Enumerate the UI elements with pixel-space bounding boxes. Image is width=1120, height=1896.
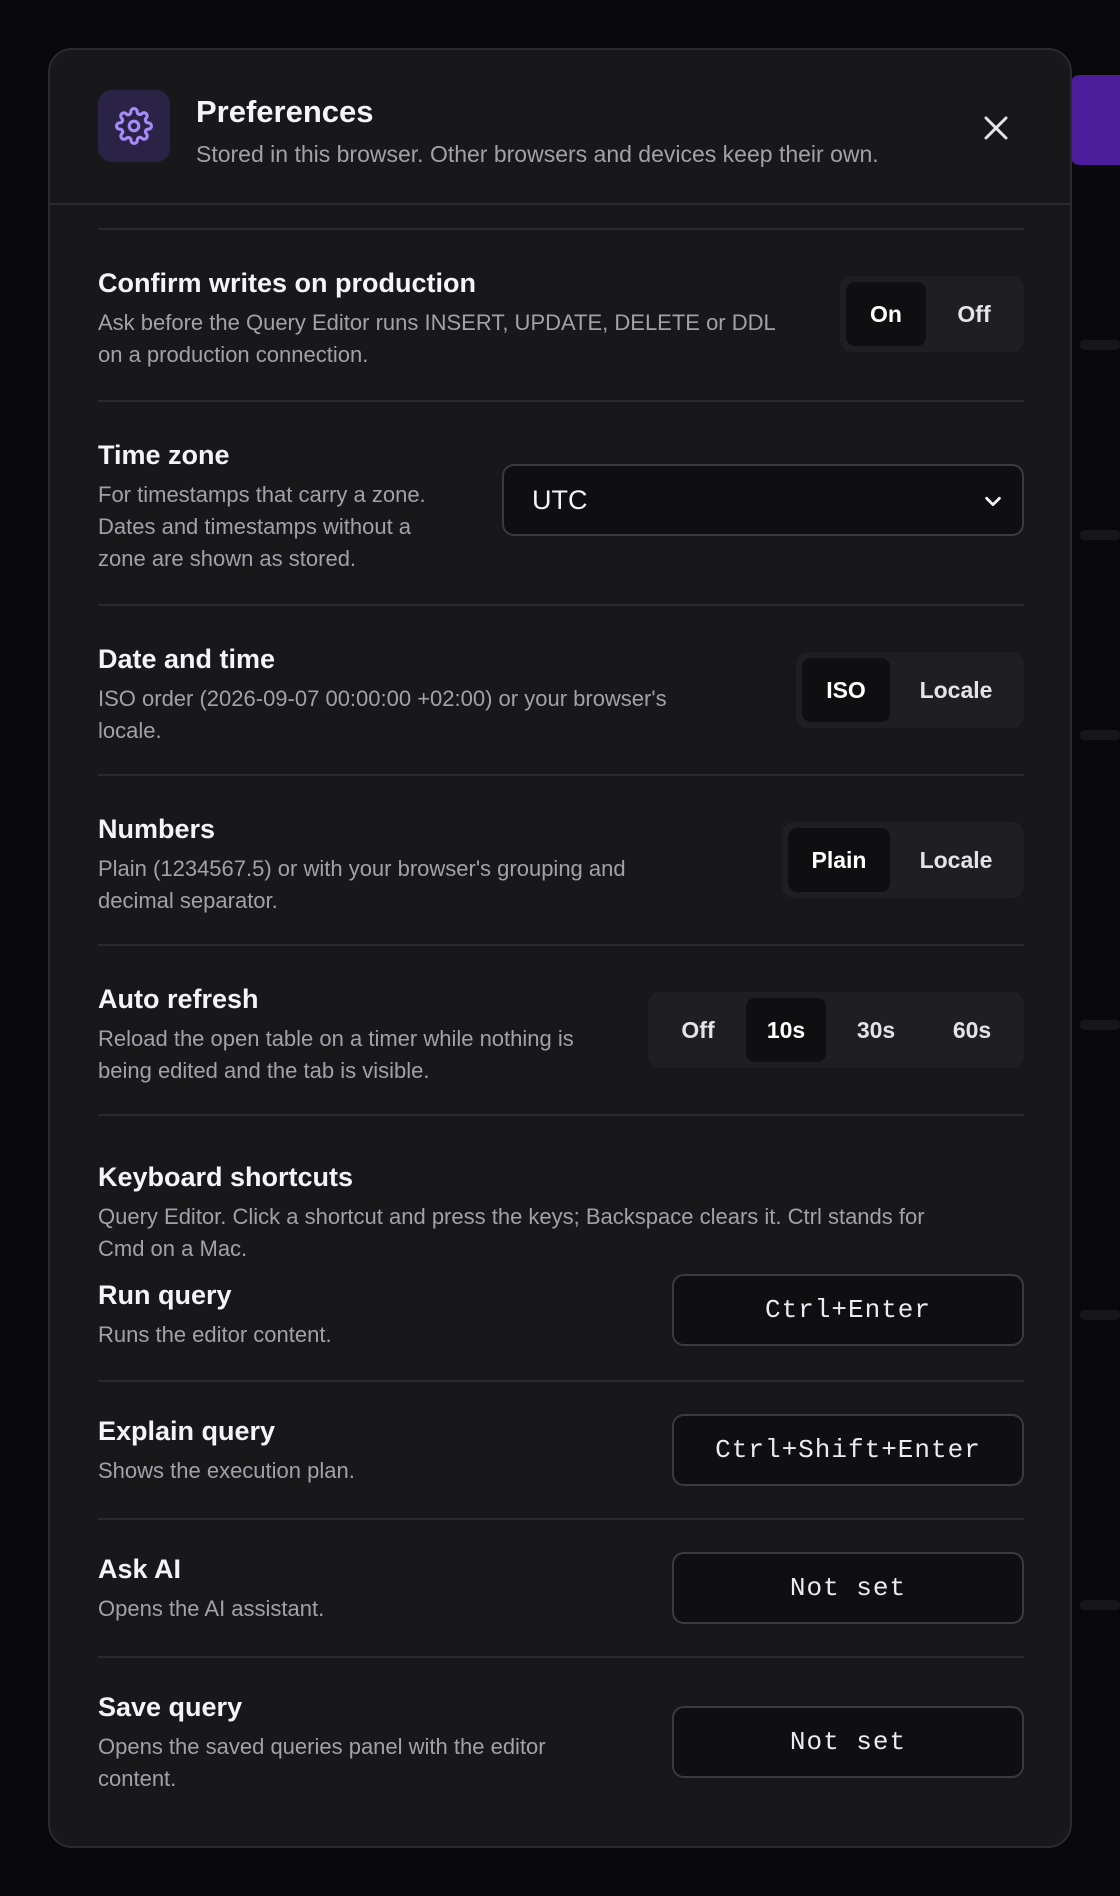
setting-time-zone: Time zone For timestamps that carry a zo… [98,402,1024,604]
option-plain[interactable]: Plain [788,828,890,892]
shortcut-key-button[interactable]: Ctrl+Enter [672,1274,1024,1346]
numbers-toggle: Plain Locale [782,822,1024,898]
chevron-down-icon [985,496,1001,507]
background-line [1080,1600,1120,1610]
background-line [1080,1310,1120,1320]
preferences-dialog: Preferences Stored in this browser. Othe… [48,48,1072,1848]
background-primary-button [1070,75,1120,165]
shortcut-ask-ai: Ask AI Opens the AI assistant. Not set [98,1520,1024,1656]
background-line [1080,730,1120,740]
shortcut-key-button[interactable]: Not set [672,1706,1024,1778]
description-line: zone are shown as stored. [98,546,357,571]
auto-refresh-toggle: Off 10s 30s 60s [648,992,1024,1068]
shortcut-key-button[interactable]: Ctrl+Shift+Enter [672,1414,1024,1486]
confirm-writes-toggle: On Off [840,276,1024,352]
option-locale[interactable]: Locale [894,828,1018,892]
settings-list: Confirm writes on production Ask before … [98,228,1024,1808]
description-line: Query Editor. Click a shortcut and press… [98,1204,925,1229]
background-line [1080,340,1120,350]
background-line [1080,1020,1120,1030]
keyboard-shortcuts-section: Keyboard shortcuts Query Editor. Click a… [98,1116,1024,1266]
option-iso[interactable]: ISO [802,658,890,722]
option-30s[interactable]: 30s [830,998,922,1062]
option-locale[interactable]: Locale [894,658,1018,722]
dialog-title: Preferences [196,94,374,129]
background-line [1080,530,1120,540]
shortcut-explain-query: Explain query Shows the execution plan. … [98,1382,1024,1518]
date-time-toggle: ISO Locale [796,652,1024,728]
setting-confirm-writes: Confirm writes on production Ask before … [98,230,1024,400]
setting-numbers: Numbers Plain (1234567.5) or with your b… [98,776,1024,944]
option-on[interactable]: On [846,282,926,346]
close-button[interactable] [978,110,1014,146]
dialog-subtitle: Stored in this browser. Other browsers a… [196,141,879,167]
setting-date-time: Date and time ISO order (2026-09-07 00:0… [98,606,1024,774]
time-zone-value: UTC [532,484,588,515]
shortcut-key-button[interactable]: Not set [672,1552,1024,1624]
description-line: Cmd on a Mac. [98,1236,248,1261]
shortcut-save-query: Save query Opens the saved queries panel… [98,1658,1024,1808]
option-10s[interactable]: 10s [746,998,826,1062]
section-title: Keyboard shortcuts [98,1162,354,1192]
close-icon [984,116,1008,140]
setting-auto-refresh: Auto refresh Reload the open table on a … [98,946,1024,1114]
option-60s[interactable]: 60s [926,998,1018,1062]
section-description: Query Editor. Click a shortcut and press… [98,1201,1024,1265]
shortcut-run-query: Run query Runs the editor content. Ctrl+… [98,1266,1024,1380]
time-zone-select[interactable]: UTC [502,464,1024,536]
gear-icon [98,90,170,162]
dialog-header: Preferences Stored in this browser. Othe… [50,50,1070,205]
option-off[interactable]: Off [654,998,742,1062]
option-off[interactable]: Off [930,282,1018,346]
